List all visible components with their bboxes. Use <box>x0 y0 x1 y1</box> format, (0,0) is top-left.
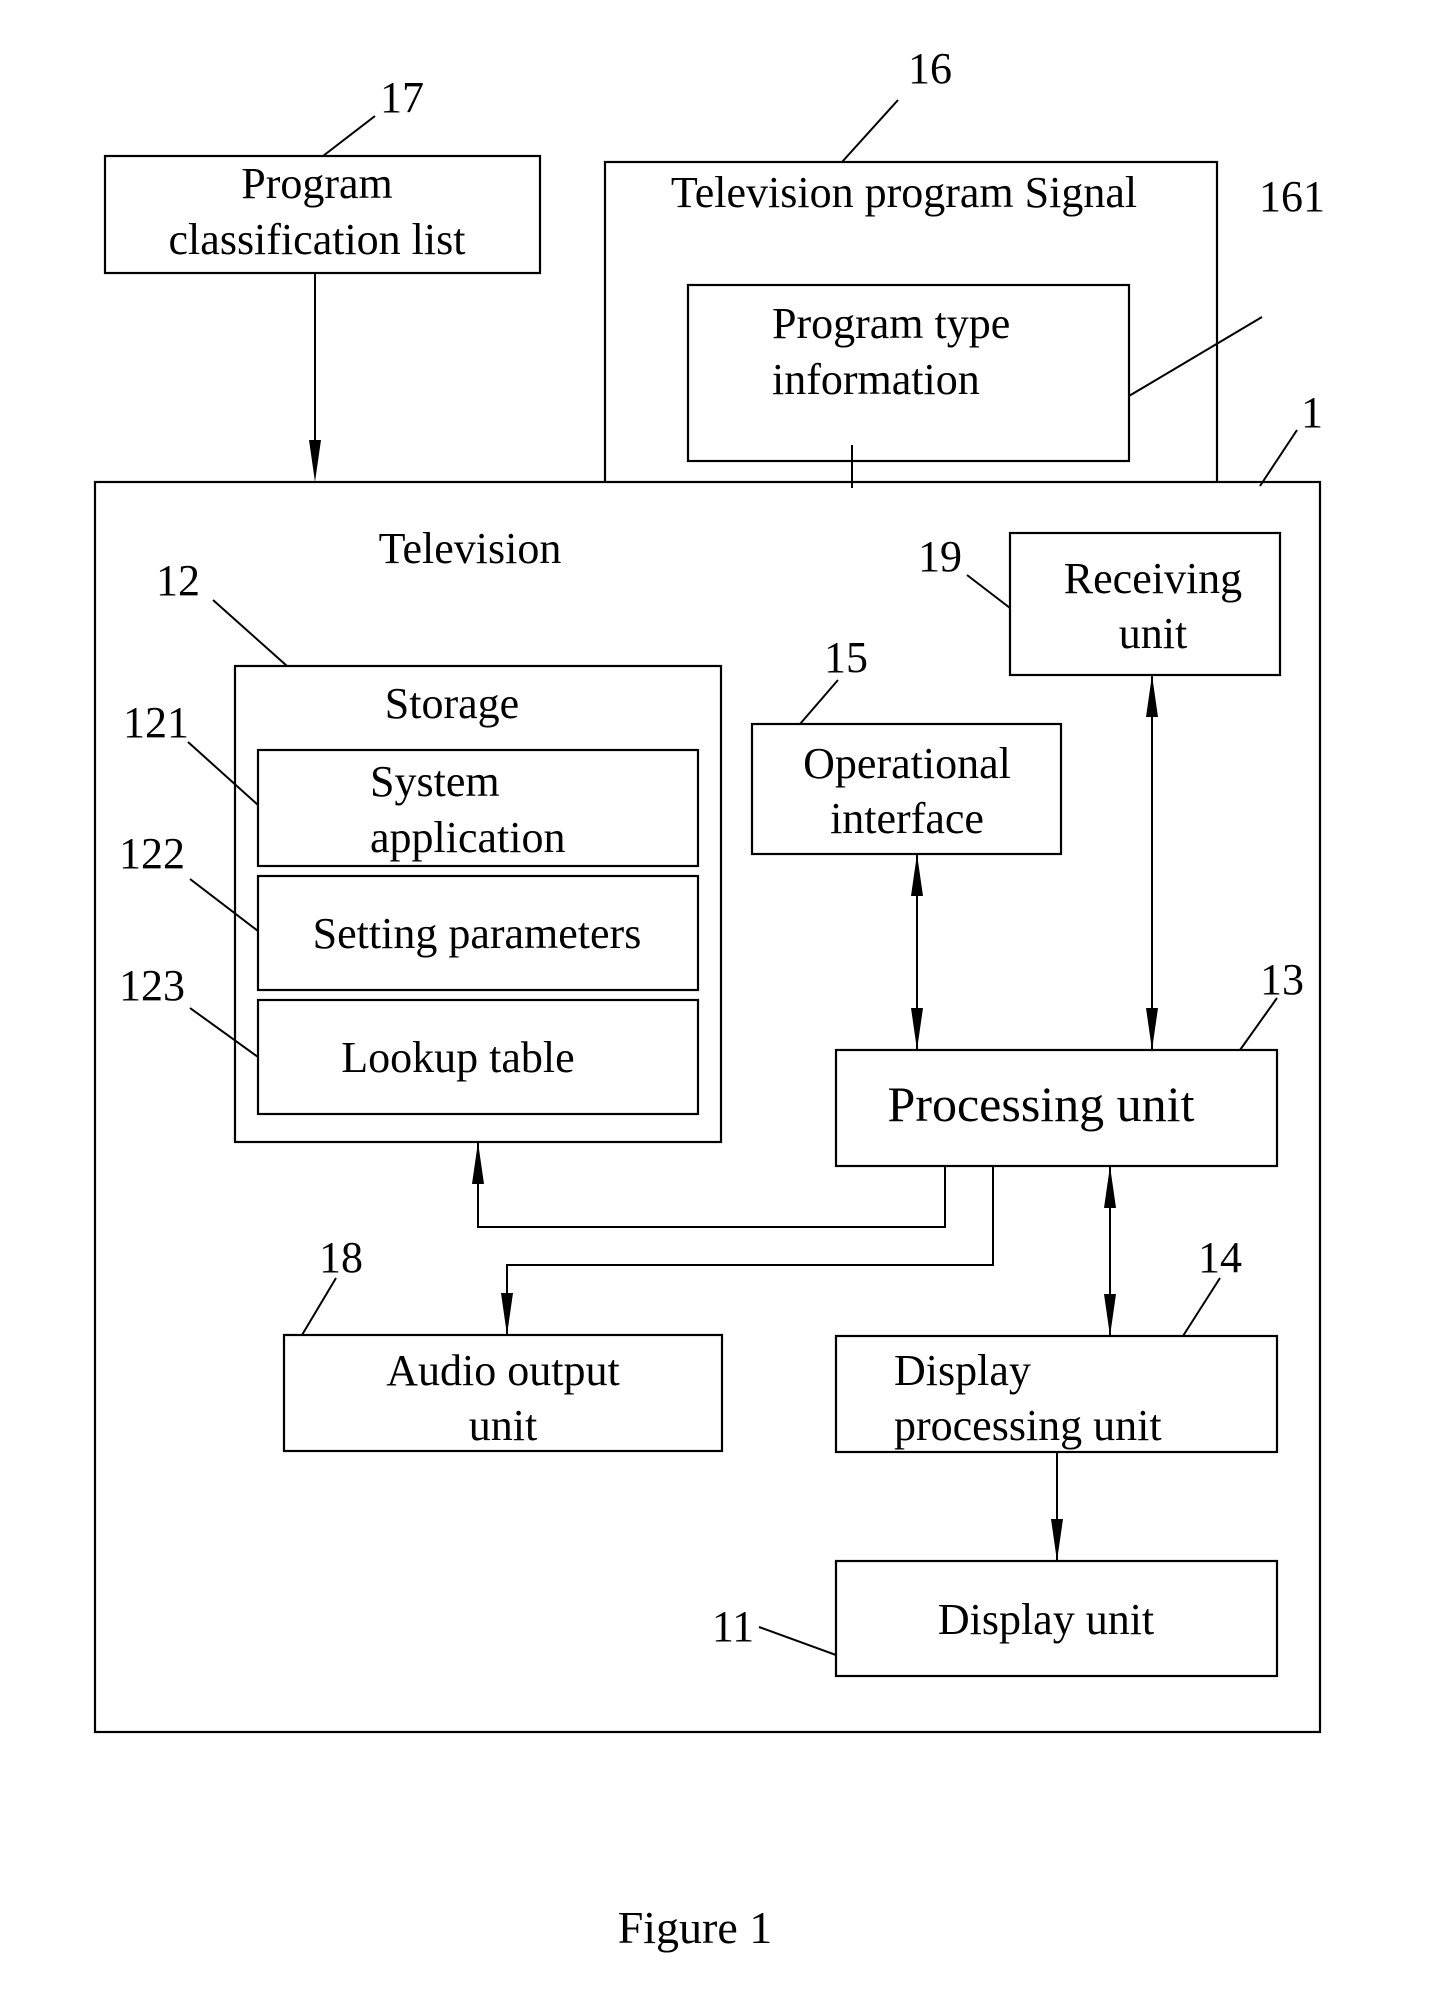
block-diagram: Program classification list 17 Televisio… <box>93 44 1325 1953</box>
program-classification-list-block: Program classification list 17 <box>103 73 542 275</box>
storage-label: Storage <box>385 679 519 728</box>
television-label: Television <box>379 524 562 573</box>
tv-program-signal-label: Television program Signal <box>671 168 1137 217</box>
operational-interface-label-line1: Operational <box>803 739 1011 788</box>
ref-number-11: 11 <box>712 1602 754 1651</box>
ref-number-15: 15 <box>824 633 868 682</box>
ref-number-16: 16 <box>908 44 952 93</box>
display-processing-unit-label-line1: Display <box>894 1346 1031 1395</box>
display-processing-unit-label-line2: processing unit <box>894 1401 1162 1450</box>
operational-interface-label-line2: interface <box>830 794 984 843</box>
leader-line-16 <box>841 99 899 163</box>
ref-number-161: 161 <box>1259 172 1325 221</box>
arrowhead-down <box>309 440 321 482</box>
leader-line-1 <box>1259 429 1298 487</box>
receiving-unit-label-line2: unit <box>1119 609 1187 658</box>
processing-unit-label: Processing unit <box>888 1076 1195 1132</box>
receiving-unit-label-line1: Receiving <box>1064 554 1242 603</box>
ref-number-13: 13 <box>1260 955 1304 1004</box>
ref-number-122: 122 <box>119 829 185 878</box>
program-type-information-label-line2: information <box>772 355 980 404</box>
display-unit-label: Display unit <box>938 1595 1154 1644</box>
ref-number-121: 121 <box>123 698 189 747</box>
program-classification-list-label-line2: classification list <box>169 215 466 264</box>
audio-output-unit-label-line1: Audio output <box>386 1346 619 1395</box>
program-type-information-label-line1: Program type <box>772 299 1010 348</box>
ref-number-123: 123 <box>119 961 185 1010</box>
setting-parameters-label: Setting parameters <box>313 909 642 958</box>
ref-number-19: 19 <box>918 532 962 581</box>
arrow-17-to-television <box>309 273 321 482</box>
leader-line-17 <box>322 115 376 157</box>
ref-number-18: 18 <box>319 1233 363 1282</box>
program-classification-list-label-line1: Program <box>241 159 393 208</box>
ref-number-12: 12 <box>156 556 200 605</box>
lookup-table-label: Lookup table <box>341 1033 574 1082</box>
figure-caption: Figure 1 <box>618 1902 773 1953</box>
audio-output-unit-label-line2: unit <box>469 1401 537 1450</box>
system-application-label-line2: application <box>370 813 566 862</box>
ref-number-14: 14 <box>1198 1233 1242 1282</box>
ref-number-1: 1 <box>1301 388 1323 437</box>
ref-number-17: 17 <box>380 73 424 122</box>
system-application-label-line1: System <box>370 757 500 806</box>
